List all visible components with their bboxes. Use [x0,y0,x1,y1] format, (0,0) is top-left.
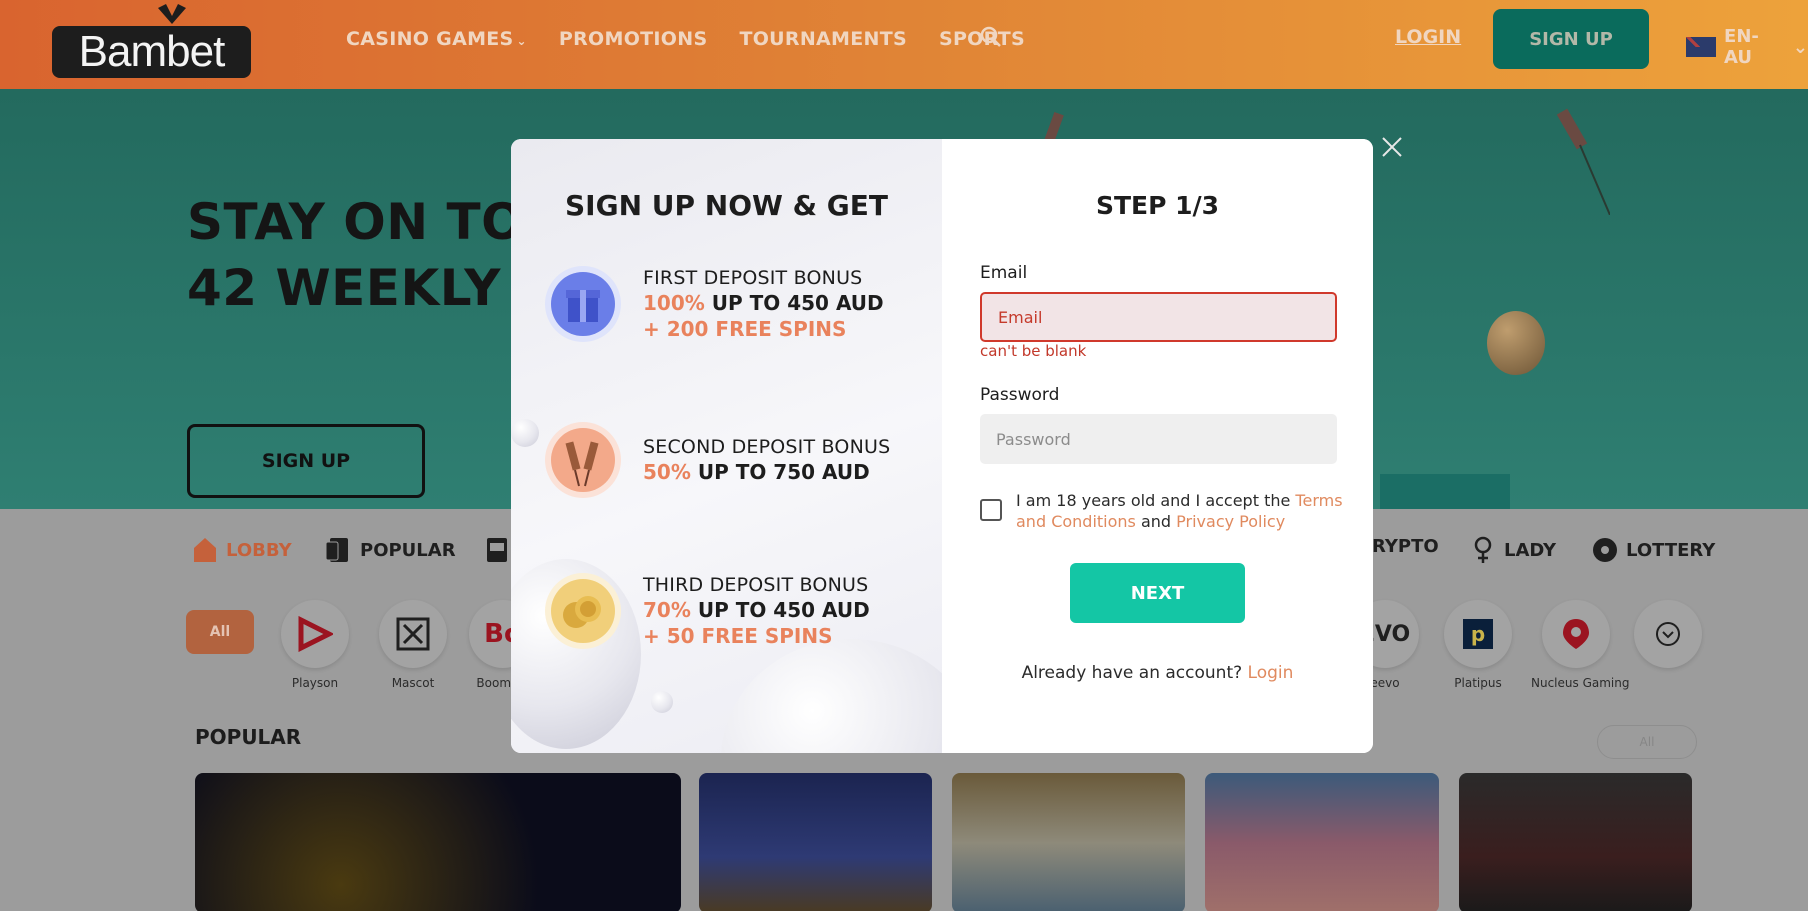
provider-expand[interactable] [1623,600,1713,668]
header-signup-button[interactable]: SIGN UP [1493,9,1649,69]
popular-all-button[interactable]: All [1597,725,1697,759]
terms-checkbox[interactable] [980,499,1002,521]
email-label: Email [980,263,1028,283]
australia-flag-icon [1686,37,1717,57]
provider-platipus[interactable]: p Platipus [1433,600,1523,690]
category-slots[interactable] [486,536,512,564]
platipus-logo-icon: p [1463,619,1493,649]
password-field[interactable] [980,414,1337,464]
site-header: Bambet CASINO GAMES ⌄ PROMOTIONS TOURNAME… [0,0,1808,89]
email-error-message: can't be blank [980,342,1087,360]
coins-icon [545,573,621,649]
bonus-panel-title: SIGN UP NOW & GET [565,189,888,222]
game-tile[interactable] [1459,773,1692,911]
nucleus-logo-icon [1563,619,1589,649]
lottery-wheel-icon [1593,538,1617,562]
category-crypto[interactable]: RYPTO [1372,536,1439,557]
game-tile[interactable] [1205,773,1439,911]
second-deposit-bonus: SECOND DEPOSIT BONUS 50% UP TO 750 AUD [543,420,890,500]
language-selector[interactable]: EN-AU ⌄ [1686,26,1808,68]
bubble-decoration [511,419,539,447]
gift-icon [545,266,621,342]
game-tile[interactable] [699,773,932,911]
bonus-panel: SIGN UP NOW & GET FIRST DEPOSIT BONUS 10… [511,139,942,753]
privacy-policy-link[interactable]: Privacy Policy [1176,512,1285,531]
playson-logo-icon [298,616,333,652]
game-tile[interactable] [195,773,681,911]
logo-bow-icon [158,4,186,24]
nav-promotions[interactable]: PROMOTIONS [559,28,708,50]
provider-all-button[interactable]: All [186,610,254,654]
logo-text: Bambet [78,27,226,76]
firecracker-icon [545,422,621,498]
provider-nucleus-gaming[interactable]: Nucleus Gaming [1531,600,1629,690]
balloon-decoration [1487,311,1545,375]
mascot-logo-icon [396,617,430,651]
category-lady[interactable]: LADY [1470,536,1556,564]
modal-login-link[interactable]: Login [1248,663,1294,683]
category-popular[interactable]: POPULAR [326,536,456,564]
search-icon[interactable] [980,26,1002,48]
chevron-down-circle-icon [1656,622,1680,646]
terms-text: I am 18 years old and I accept the Terms… [1016,491,1343,531]
firework-rocket-icon [1556,108,1610,215]
language-label: EN-AU [1724,26,1759,68]
popular-section-title: POPULAR [195,725,302,749]
category-lottery[interactable]: LOTTERY [1592,536,1715,564]
signup-modal: SIGN UP NOW & GET FIRST DEPOSIT BONUS 10… [511,139,1373,753]
have-account-text: Already have an account? Login [1021,663,1294,683]
nav-tournaments[interactable]: TOURNAMENTS [739,28,907,50]
close-icon[interactable] [1381,136,1403,158]
hero-signup-button[interactable]: SIGN UP [187,424,425,498]
bambet-logo[interactable]: Bambet [52,26,251,78]
slot-machine-icon [487,538,507,562]
house-icon [194,538,216,562]
hero-title: STAY ON TOP 42 WEEKLY T [187,193,562,317]
female-symbol-icon [1474,536,1492,563]
provider-playson[interactable]: Playson [270,600,360,690]
next-button[interactable]: NEXT [1070,563,1245,623]
third-deposit-bonus: THIRD DEPOSIT BONUS 70% UP TO 450 AUD + … [543,571,870,651]
header-login-link[interactable]: LOGIN [1395,26,1461,48]
provider-mascot[interactable]: Mascot [368,600,458,690]
password-label: Password [980,385,1060,405]
bubble-decoration [651,691,673,713]
main-nav: CASINO GAMES ⌄ PROMOTIONS TOURNAMENTS SPO… [346,0,1025,78]
step-indicator: STEP 1/3 [1095,191,1220,220]
cards-icon [326,538,348,562]
signup-form-panel: STEP 1/3 Email can't be blank Password I… [942,139,1373,753]
nav-casino-games[interactable]: CASINO GAMES ⌄ [346,28,527,50]
email-field[interactable] [980,292,1337,342]
category-lobby[interactable]: LOBBY [192,536,292,564]
first-deposit-bonus: FIRST DEPOSIT BONUS 100% UP TO 450 AUD +… [543,264,884,344]
bubble-decoration [721,639,942,753]
game-tile[interactable] [952,773,1185,911]
chevron-down-icon: ⌄ [516,34,527,48]
chevron-down-icon: ⌄ [1792,36,1808,58]
